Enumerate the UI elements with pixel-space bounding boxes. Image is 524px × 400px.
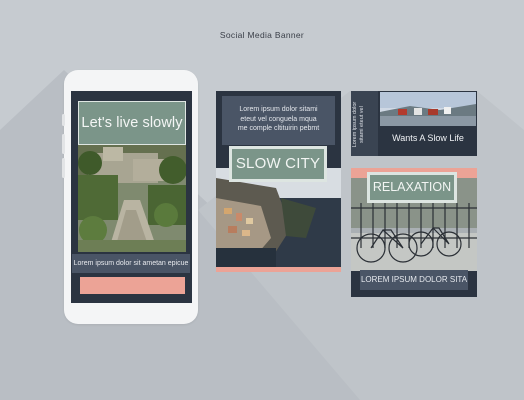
slow-life-headline: Wants A Slow Life: [380, 126, 476, 150]
lakeside-houses-photo: [380, 92, 476, 126]
slow-city-accent-bar: [216, 267, 341, 272]
vertical-line: Lorem ipsum dolor: [352, 101, 358, 148]
garden-village-photo: [78, 145, 186, 252]
paragraph-line: eteut vel conguela mqua: [240, 115, 317, 123]
slow-city-headline: SLOW CITY: [229, 146, 327, 182]
slow-life-vertical-text: Lorem ipsum dolor sitami eteut vel: [352, 93, 376, 156]
relaxation-caption: LOREM IPSUM DOLOR SITA: [360, 270, 468, 290]
slow-city-paragraph: Lorem ipsum dolor sitami eteut vel congu…: [222, 96, 335, 145]
phone-volume-down-button: [62, 158, 65, 178]
phone-side-button: [62, 114, 65, 126]
relaxation-headline: RELAXATION: [367, 172, 457, 203]
paragraph-line: Lorem ipsum dolor sitami: [239, 106, 318, 113]
phone-post-headline: Let's live slowly: [78, 101, 186, 145]
phone-post-accent-bar: [80, 277, 185, 294]
phone-volume-up-button: [62, 134, 65, 154]
vertical-line: sitami eteut vel: [359, 106, 365, 143]
paragraph-line: me comple cltituirin pebmt: [237, 125, 320, 132]
phone-post-caption: Lorem ipsum dolor sit ametan epicue: [72, 254, 190, 273]
page-title: Social Media Banner: [219, 30, 305, 40]
coastal-town-photo: [216, 168, 341, 267]
